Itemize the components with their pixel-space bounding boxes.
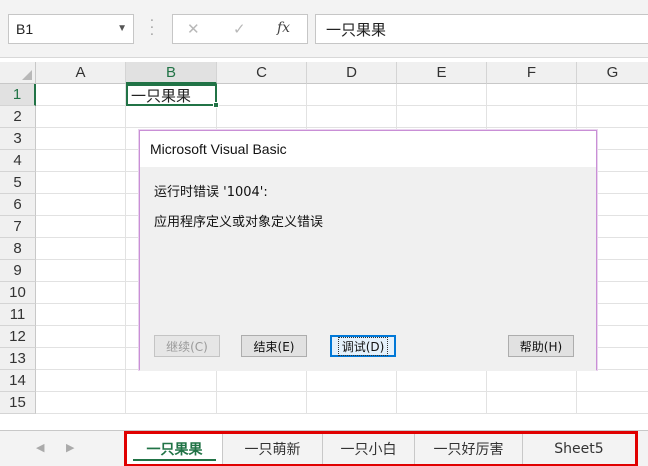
continue-button: 继续(C) — [154, 335, 220, 357]
continue-button-label: 继续(C) — [166, 339, 208, 354]
chevron-down-icon[interactable]: ▼ — [117, 23, 127, 34]
next-sheet-icon[interactable]: ▶ — [66, 441, 74, 454]
cell-a1[interactable] — [36, 84, 126, 106]
cell-b2[interactable] — [126, 106, 217, 128]
cell-a2[interactable] — [36, 106, 126, 128]
row-header-2[interactable]: 2 — [0, 106, 36, 128]
cell-c15[interactable] — [217, 392, 307, 414]
row-header-13[interactable]: 13 — [0, 348, 36, 370]
row-header-15[interactable]: 15 — [0, 392, 36, 414]
column-header-d[interactable]: D — [307, 62, 397, 84]
sheet-tab-3[interactable]: 一只小白 — [323, 434, 415, 464]
cell-a9[interactable] — [36, 260, 126, 282]
cell-a6[interactable] — [36, 194, 126, 216]
cell-f2[interactable] — [487, 106, 577, 128]
cell-a3[interactable] — [36, 128, 126, 150]
column-header-c[interactable]: C — [217, 62, 307, 84]
formula-bar: B1 ▼ · · · ✕ ✓ fx 一只果果 — [0, 0, 648, 58]
cell-b15[interactable] — [126, 392, 217, 414]
cell-a10[interactable] — [36, 282, 126, 304]
cell-a14[interactable] — [36, 370, 126, 392]
active-cell-value: 一只果果 — [131, 86, 192, 105]
column-header-b[interactable]: B — [126, 62, 217, 84]
cell-e14[interactable] — [397, 370, 487, 392]
error-code-message: 运行时错误 '1004': — [154, 185, 268, 200]
sheet-tabs-highlight: 一只果果 一只萌新 一只小白 一只好厉害 Sheet5 — [124, 431, 638, 466]
sheet-tab-2[interactable]: 一只萌新 — [223, 434, 323, 464]
active-cell-b1[interactable]: 一只果果 — [126, 84, 219, 108]
cell-f1[interactable] — [487, 84, 577, 106]
cell-g15[interactable] — [577, 392, 648, 414]
fill-handle[interactable] — [213, 102, 219, 108]
cell-g14[interactable] — [577, 370, 648, 392]
row-header-8[interactable]: 8 — [0, 238, 36, 260]
enter-icon[interactable]: ✓ — [233, 20, 246, 38]
formula-input[interactable]: 一只果果 — [315, 14, 648, 44]
name-box[interactable]: B1 ▼ — [8, 14, 134, 44]
row-header-4[interactable]: 4 — [0, 150, 36, 172]
select-all-icon — [22, 70, 32, 80]
dialog-title: Microsoft Visual Basic — [150, 141, 287, 157]
cell-f15[interactable] — [487, 392, 577, 414]
row-header-11[interactable]: 11 — [0, 304, 36, 326]
select-all-button[interactable] — [0, 62, 36, 84]
row-header-10[interactable]: 10 — [0, 282, 36, 304]
sheet-tab-4[interactable]: 一只好厉害 — [415, 434, 523, 464]
sheet-tab-5[interactable]: Sheet5 — [523, 434, 635, 464]
cell-f14[interactable] — [487, 370, 577, 392]
column-header-e[interactable]: E — [397, 62, 487, 84]
row-header-3[interactable]: 3 — [0, 128, 36, 150]
help-button[interactable]: 帮助(H) — [508, 335, 574, 357]
cell-a7[interactable] — [36, 216, 126, 238]
prev-sheet-icon[interactable]: ◀ — [36, 441, 44, 454]
formula-text: 一只果果 — [326, 20, 387, 39]
dialog-body: 运行时错误 '1004': 应用程序定义或对象定义错误 继续(C) 结束(E) … — [140, 167, 596, 371]
cell-a15[interactable] — [36, 392, 126, 414]
name-box-value: B1 — [16, 21, 34, 37]
row-header-7[interactable]: 7 — [0, 216, 36, 238]
sheet-tab-1[interactable]: 一只果果 — [127, 434, 223, 464]
error-description: 应用程序定义或对象定义错误 — [154, 215, 324, 230]
row-header-14[interactable]: 14 — [0, 370, 36, 392]
cell-e2[interactable] — [397, 106, 487, 128]
debug-button[interactable]: 调试(D) — [330, 335, 396, 357]
cell-d2[interactable] — [307, 106, 397, 128]
end-button[interactable]: 结束(E) — [241, 335, 307, 357]
cell-e1[interactable] — [397, 84, 487, 106]
cell-a8[interactable] — [36, 238, 126, 260]
debug-button-label: 调试(D) — [337, 336, 389, 356]
cell-b14[interactable] — [126, 370, 217, 392]
cell-e15[interactable] — [397, 392, 487, 414]
cell-d14[interactable] — [307, 370, 397, 392]
help-button-label: 帮助(H) — [519, 339, 563, 354]
cell-c1[interactable] — [217, 84, 307, 106]
drag-handle-icon[interactable]: · · · — [149, 15, 155, 42]
cell-g1[interactable] — [577, 84, 648, 106]
cell-a12[interactable] — [36, 326, 126, 348]
cell-d1[interactable] — [307, 84, 397, 106]
cell-d15[interactable] — [307, 392, 397, 414]
cell-a5[interactable] — [36, 172, 126, 194]
sheet-tab-bar: ◀ ▶ 一只果果 一只萌新 一只小白 一只好厉害 Sheet5 — [0, 430, 648, 466]
cancel-icon[interactable]: ✕ — [187, 20, 200, 38]
vba-error-dialog: Microsoft Visual Basic 运行时错误 '1004': 应用程… — [139, 130, 597, 371]
row-header-12[interactable]: 12 — [0, 326, 36, 348]
column-header-f[interactable]: F — [487, 62, 577, 84]
cell-g2[interactable] — [577, 106, 648, 128]
row-header-9[interactable]: 9 — [0, 260, 36, 282]
insert-function-icon[interactable]: fx — [277, 20, 290, 36]
cell-a13[interactable] — [36, 348, 126, 370]
cell-c2[interactable] — [217, 106, 307, 128]
cell-a4[interactable] — [36, 150, 126, 172]
end-button-label: 结束(E) — [253, 339, 295, 354]
row-header-5[interactable]: 5 — [0, 172, 36, 194]
column-header-a[interactable]: A — [36, 62, 126, 84]
row-header-1[interactable]: 1 — [0, 84, 36, 106]
column-header-g[interactable]: G — [577, 62, 648, 84]
formula-buttons: ✕ ✓ fx — [172, 14, 308, 44]
cell-a11[interactable] — [36, 304, 126, 326]
cell-c14[interactable] — [217, 370, 307, 392]
row-header-6[interactable]: 6 — [0, 194, 36, 216]
